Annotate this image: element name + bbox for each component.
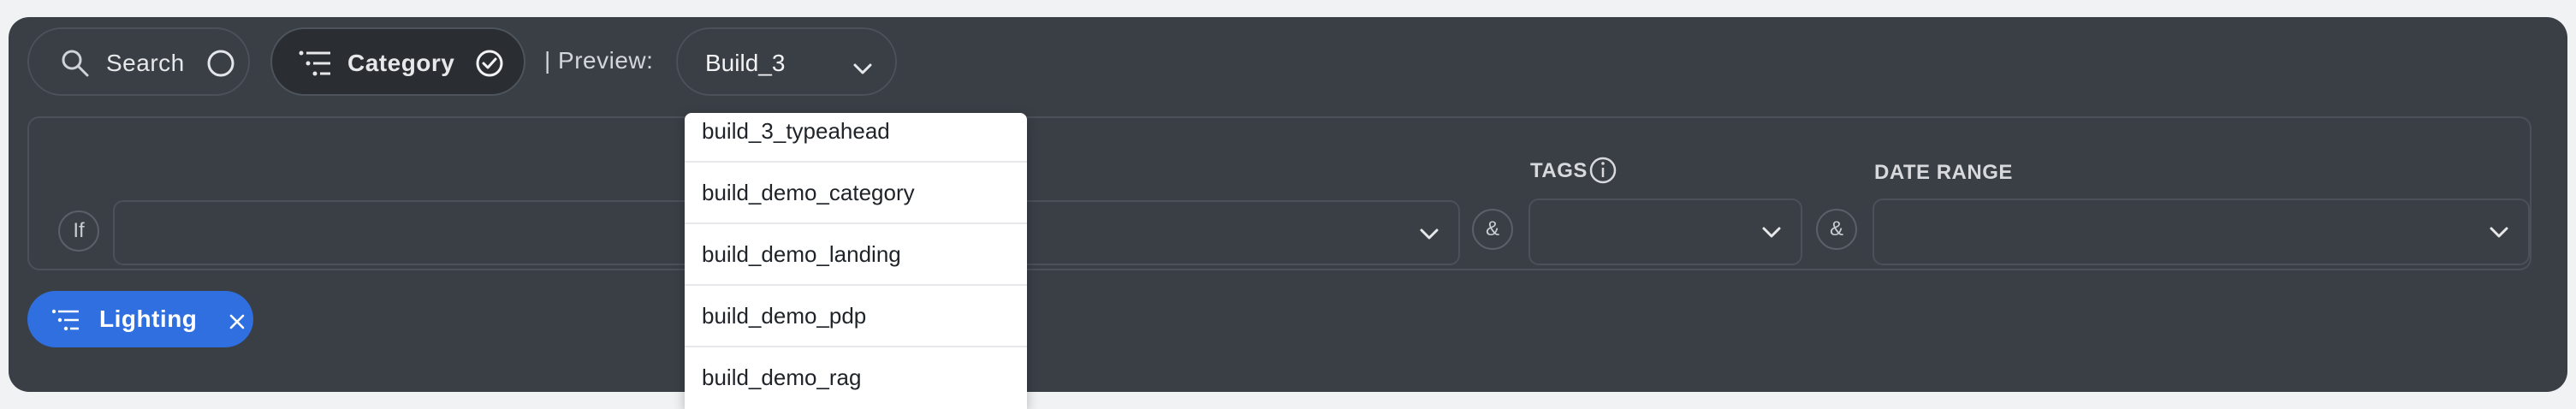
date-range-label: DATE RANGE [1874,161,2013,184]
dropdown-option-label: build_demo_pdp [702,303,867,329]
chevron-down-icon [2489,226,2509,244]
preview-select[interactable]: Build_3 [676,27,897,96]
dropdown-option-label: build_demo_landing [702,241,901,267]
date-range-select[interactable] [1873,199,2530,265]
tags-select[interactable] [1528,199,1802,265]
chevron-down-icon [852,55,873,82]
search-filter-button[interactable]: Search [27,27,250,96]
chip-label: Lighting [99,305,198,332]
check-circle-icon [474,48,505,85]
dropdown-option[interactable]: build_demo_landing [685,224,1027,286]
search-icon [58,46,92,86]
preview-label: | Preview: [544,47,654,74]
dropdown-option[interactable]: build_demo_pdp [685,286,1027,347]
and-operator-2: & [1816,209,1857,250]
and-operator-1: & [1472,209,1513,250]
lighting-chip[interactable]: Lighting [27,291,253,347]
dropdown-option[interactable]: build_3_typeahead [685,113,1027,163]
filter-lines-icon [298,48,334,85]
filter-lines-icon [51,308,80,338]
dropdown-option-label: build_demo_category [702,180,915,205]
category-filter-label: Category [347,50,455,76]
category-filter-button[interactable]: Category [270,27,525,96]
search-filter-label: Search [106,50,185,76]
and-operator-label: & [1485,217,1499,240]
if-operator-label: If [73,219,85,242]
and-operator-label: & [1829,217,1843,240]
preview-select-value: Build_3 [705,50,786,76]
dropdown-option[interactable]: build_demo_rag [685,347,1027,409]
if-operator: If [58,210,99,252]
close-icon[interactable] [228,310,246,337]
info-icon[interactable] [1588,156,1617,189]
tags-label: TAGS [1530,159,1588,182]
radio-empty-icon [205,48,236,85]
dropdown-option[interactable]: build_demo_category [685,163,1027,224]
dropdown-option-label: build_demo_rag [702,365,862,390]
chevron-down-icon [1419,228,1439,246]
preview-dropdown-menu: build_3_typeahead build_demo_category bu… [685,113,1027,409]
chevron-down-icon [1761,226,1782,244]
dropdown-option-label: build_3_typeahead [702,118,890,144]
